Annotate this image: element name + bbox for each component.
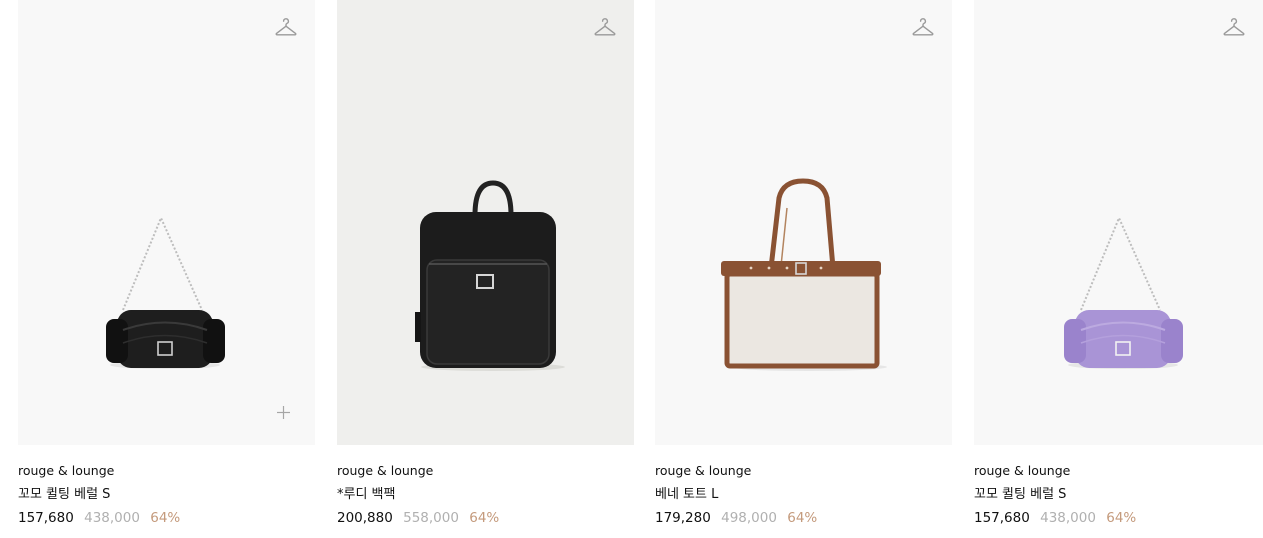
product-name[interactable]: *루디 백팩 (337, 487, 634, 502)
product-brand[interactable]: rouge & lounge (974, 464, 1263, 478)
sale-price: 179,280 (655, 510, 711, 526)
shoulder-bag-image (1064, 215, 1183, 369)
product-brand[interactable]: rouge & lounge (337, 464, 634, 478)
tote-bag-image (721, 178, 887, 371)
product-card[interactable]: rouge & lounge *루디 백팩 200,880 558,000 64… (337, 0, 634, 526)
hanger-icon[interactable] (593, 16, 617, 40)
original-price: 498,000 (721, 510, 777, 526)
discount-rate: 64% (787, 510, 818, 526)
product-name[interactable]: 베네 토트 L (655, 487, 952, 502)
product-card[interactable]: rouge & lounge 베네 토트 L 179,280 498,000 6… (655, 0, 952, 526)
discount-rate: 64% (1106, 510, 1137, 526)
hanger-icon[interactable] (911, 16, 935, 40)
product-image[interactable] (655, 0, 952, 445)
product-image[interactable] (974, 0, 1263, 445)
discount-rate: 64% (469, 510, 500, 526)
hanger-icon[interactable] (1222, 16, 1246, 40)
product-brand[interactable]: rouge & lounge (18, 464, 315, 478)
product-name[interactable]: 꼬모 퀼팅 베럴 S (974, 487, 1263, 502)
hanger-icon[interactable] (274, 16, 298, 40)
product-card[interactable]: rouge & lounge 꼬모 퀼팅 베럴 S 157,680 438,00… (974, 0, 1263, 526)
price-row: 200,880 558,000 64% (337, 510, 634, 526)
price-row: 157,680 438,000 64% (974, 510, 1263, 526)
original-price: 438,000 (1040, 510, 1096, 526)
product-name[interactable]: 꼬모 퀼팅 베럴 S (18, 487, 315, 502)
plus-icon[interactable] (277, 406, 290, 419)
original-price: 438,000 (84, 510, 140, 526)
product-card[interactable]: rouge & lounge 꼬모 퀼팅 베럴 S 157,680 438,00… (18, 0, 315, 526)
product-image[interactable] (18, 0, 315, 445)
backpack-image (415, 180, 565, 371)
sale-price: 200,880 (337, 510, 393, 526)
product-brand[interactable]: rouge & lounge (655, 464, 952, 478)
product-image[interactable] (337, 0, 634, 445)
discount-rate: 64% (150, 510, 181, 526)
price-row: 157,680 438,000 64% (18, 510, 315, 526)
price-row: 179,280 498,000 64% (655, 510, 952, 526)
shoulder-bag-image (106, 215, 225, 369)
original-price: 558,000 (403, 510, 459, 526)
sale-price: 157,680 (974, 510, 1030, 526)
sale-price: 157,680 (18, 510, 74, 526)
